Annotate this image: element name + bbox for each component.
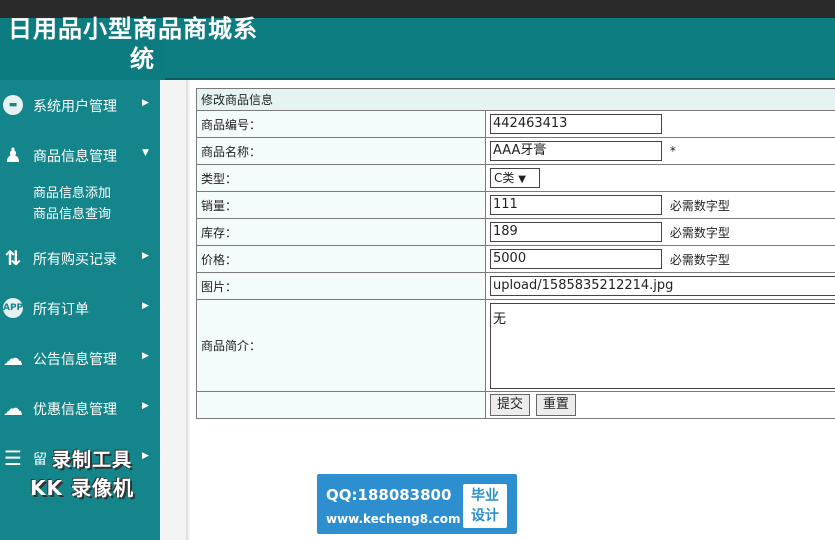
stock-label: 库存： <box>196 218 486 246</box>
chevron-down-icon: ▼ <box>142 148 149 158</box>
type-select[interactable]: C类 ▼ <box>490 168 540 188</box>
chevron-right-icon: ▶ <box>142 401 149 411</box>
sidebar-item-purchase-records[interactable]: ⇅ 所有购买记录 ▶ <box>0 243 160 273</box>
code-cell: 442463413 <box>485 110 835 138</box>
name-label: 商品名称： <box>196 137 486 165</box>
sales-input[interactable]: 111 <box>490 195 662 215</box>
type-cell: C类 ▼ <box>485 164 835 192</box>
sales-hint: 必需数字型 <box>669 198 730 213</box>
sidebar-item-label: 所有购买记录 <box>33 252 117 268</box>
recorder-watermark-line2: KK 录像机 <box>30 476 134 500</box>
price-input[interactable]: 5000 <box>490 249 662 269</box>
code-input[interactable]: 442463413 <box>490 114 662 134</box>
badge-line1: 毕业 <box>471 488 499 504</box>
gutter-divider <box>186 80 188 540</box>
app-title-line2: 统 <box>130 44 155 73</box>
code-label: 商品编号： <box>196 110 486 138</box>
badge-line2: 设计 <box>471 508 499 524</box>
price-cell: 5000 必需数字型 <box>485 245 835 273</box>
required-mark: * <box>669 144 676 158</box>
content-left-gutter <box>160 80 190 540</box>
sidebar-subitem-product-add[interactable]: 商品信息添加 <box>33 182 111 201</box>
form-title: 修改商品信息 <box>196 88 835 111</box>
type-label: 类型： <box>196 164 486 192</box>
sidebar-item-product-info[interactable]: ♟ 商品信息管理 ▼ <box>0 140 160 170</box>
sidebar-item-announcements[interactable]: ☁ 公告信息管理 ▶ <box>0 343 160 373</box>
sales-label: 销量： <box>196 191 486 219</box>
cloud-icon: ☁ <box>3 396 23 420</box>
actions-cell: 提交 重置 <box>485 391 835 419</box>
intro-cell: 无 <box>485 299 835 392</box>
sales-cell: 111 必需数字型 <box>485 191 835 219</box>
actions-empty-cell <box>196 391 486 419</box>
sidebar-item-label: 优惠信息管理 <box>33 402 117 418</box>
site-url: www.kecheng8.com <box>326 512 461 526</box>
recorder-watermark-line1: 录制工具 <box>52 449 133 471</box>
recorder-watermark: 录制工具 KK 录像机 <box>30 445 134 501</box>
sidebar-item-label: 所有订单 <box>33 302 89 318</box>
chevron-right-icon: ▶ <box>142 251 149 261</box>
chevron-right-icon: ▶ <box>142 351 149 361</box>
contact-watermark: QQ:188083800 www.kecheng8.com 毕业 设计 <box>317 474 517 534</box>
stock-cell: 189 必需数字型 <box>485 218 835 246</box>
app-title-line1: 日用品小型商品商城系 <box>8 14 258 43</box>
price-label: 价格： <box>196 245 486 273</box>
sidebar-item-system-users[interactable]: ▬ 系统用户管理 ▶ <box>0 90 160 120</box>
intro-textarea[interactable]: 无 <box>490 302 835 389</box>
transfer-arrows-icon: ⇅ <box>4 246 22 270</box>
sidebar-subitem-product-query[interactable]: 商品信息查询 <box>33 203 111 222</box>
chevron-right-icon: ▶ <box>142 301 149 311</box>
price-hint: 必需数字型 <box>669 252 730 267</box>
sidebar-item-label: 系统用户管理 <box>33 99 117 115</box>
monitor-icon: ▬ <box>3 95 23 115</box>
app-title: 日用品小型商品商城系 统 <box>8 14 298 74</box>
image-path-input[interactable]: upload/1585835212214.jpg <box>490 276 835 296</box>
edit-product-form: 修改商品信息 商品编号： 442463413 商品名称： AAA牙膏 * 类型：… <box>196 88 835 419</box>
qq-number: QQ:188083800 <box>326 486 452 504</box>
submit-button[interactable]: 提交 <box>490 394 531 416</box>
chevron-down-icon: ▼ <box>518 174 526 185</box>
user-gear-icon: ♟ <box>4 143 22 167</box>
cloud-icon: ☁ <box>3 346 23 370</box>
name-cell: AAA牙膏 * <box>485 137 835 165</box>
name-input[interactable]: AAA牙膏 <box>490 141 662 161</box>
image-cell: upload/1585835212214.jpg <box>485 272 835 300</box>
sidebar-item-label: 商品信息管理 <box>33 149 117 165</box>
stock-hint: 必需数字型 <box>669 225 730 240</box>
image-label: 图片： <box>196 272 486 300</box>
sidebar-item-promotions[interactable]: ☁ 优惠信息管理 ▶ <box>0 393 160 423</box>
chevron-right-icon: ▶ <box>142 451 149 461</box>
reset-button[interactable]: 重置 <box>535 394 576 416</box>
graduation-design-badge: 毕业 设计 <box>463 484 507 528</box>
sidebar-item-label: 公告信息管理 <box>33 352 117 368</box>
intro-label: 商品简介： <box>196 299 486 392</box>
app-icon: APP <box>3 298 23 318</box>
stock-input[interactable]: 189 <box>490 222 662 242</box>
chevron-right-icon: ▶ <box>142 98 149 108</box>
stack-icon: ☰ <box>4 446 22 470</box>
type-select-value: C类 <box>494 171 515 185</box>
sidebar-item-orders[interactable]: APP 所有订单 ▶ <box>0 293 160 323</box>
